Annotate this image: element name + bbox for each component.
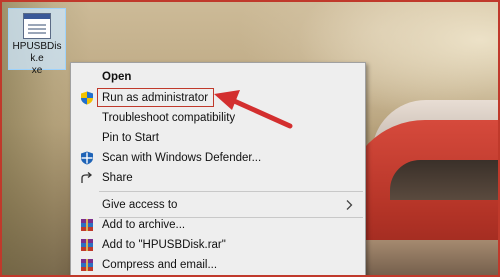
background-car-bumper: [345, 240, 500, 277]
menu-item-add-to-archive[interactable]: Add to archive...: [71, 215, 365, 235]
highlight-box: [97, 88, 214, 107]
share-icon: [81, 172, 93, 183]
exe-file-icon: [23, 13, 51, 39]
annotation-arrow: [214, 90, 293, 129]
menu-separator: [99, 191, 363, 192]
menu-item-compress-and-email[interactable]: Compress and email...: [71, 255, 365, 275]
menu-item-share[interactable]: Share: [71, 168, 365, 188]
chevron-right-icon: [346, 200, 353, 210]
desktop-file-hpusbdisk[interactable]: HPUSBDisk.e xe: [8, 8, 66, 76]
menu-item-scan-with-defender[interactable]: Scan with Windows Defender...: [71, 148, 365, 168]
uac-shield-icon: [81, 91, 93, 105]
winrar-icon: [81, 239, 93, 251]
menu-item-open[interactable]: Open: [71, 67, 365, 87]
winrar-icon: [81, 259, 93, 271]
desktop-file-label: HPUSBDisk.e xe: [12, 41, 62, 76]
menu-item-give-access-to[interactable]: Give access to: [71, 195, 365, 215]
winrar-icon: [81, 219, 93, 231]
defender-icon: [81, 151, 93, 165]
background-car-window: [390, 160, 500, 200]
menu-item-add-to-rar[interactable]: Add to "HPUSBDisk.rar": [71, 235, 365, 255]
